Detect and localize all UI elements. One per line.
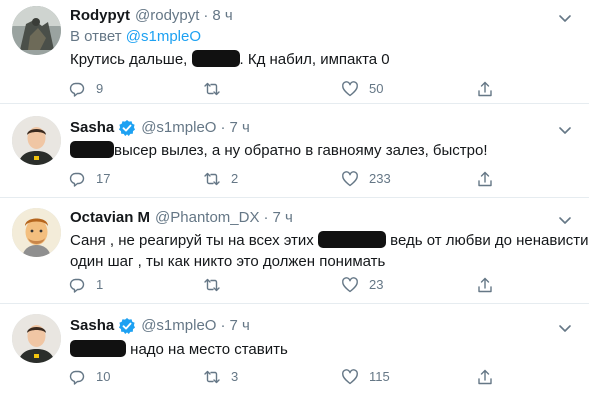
like-button[interactable]: 233 (341, 170, 391, 188)
reply-count: 1 (96, 277, 104, 292)
retweet-count: 3 (231, 369, 239, 384)
reply-context: В ответ @s1mpleO (70, 27, 201, 47)
tweet-text-part: надо на место ставить (130, 341, 288, 358)
author-handle[interactable]: @s1mpleO (141, 118, 216, 138)
avatar-image (12, 6, 61, 55)
tweet-text-part: . Кд набил, импакта 0 (239, 51, 390, 68)
reply-count: 10 (96, 369, 111, 384)
avatar[interactable] (12, 6, 61, 55)
redacted-word (191, 50, 240, 67)
heart-icon (341, 276, 359, 294)
share-icon (476, 80, 494, 98)
tweet-3[interactable]: Octavian M @Phantom_DX · 7 ч Саня , не р… (0, 198, 589, 304)
avatar-image (12, 116, 61, 165)
chevron-down-icon[interactable] (557, 122, 573, 138)
avatar-image (12, 314, 61, 363)
tweet-text: Крутись дальше, . Кд набил, импакта 0 (70, 49, 570, 70)
tweet-actions: 17 2 233 (68, 170, 518, 190)
retweet-icon (203, 368, 221, 386)
tweet-1[interactable]: Rodypyt @rodypyt · 8 ч В ответ @s1mpleO … (0, 0, 589, 104)
share-button[interactable] (476, 368, 494, 386)
tweet-text: высер вылез, а ну обратно в гавнояму зал… (70, 140, 570, 161)
author-handle[interactable]: @Phantom_DX (155, 208, 259, 228)
reply-count: 9 (96, 81, 104, 96)
tweet-actions: 9 50 (68, 80, 518, 100)
share-button[interactable] (476, 276, 494, 294)
reply-button[interactable]: 17 (68, 170, 110, 188)
retweet-icon (203, 276, 221, 294)
heart-icon (341, 368, 359, 386)
retweet-button[interactable]: 2 (203, 170, 238, 188)
tweet-text-part: ведь от любви до ненависти (390, 232, 589, 249)
redacted-word (317, 231, 386, 248)
reply-prefix: В ответ (70, 28, 122, 45)
retweet-icon (203, 170, 221, 188)
tweet-actions: 1 23 (68, 276, 518, 296)
reply-icon (68, 276, 86, 294)
reply-count: 17 (96, 171, 111, 186)
reply-button[interactable]: 9 (68, 80, 103, 98)
avatar[interactable] (12, 116, 61, 165)
author-name[interactable]: Sasha (70, 316, 114, 336)
share-icon (476, 368, 494, 386)
author-handle[interactable]: @rodypyt (135, 6, 199, 26)
chevron-down-icon[interactable] (557, 212, 573, 228)
like-button[interactable]: 50 (341, 80, 383, 98)
heart-icon (341, 170, 359, 188)
reply-button[interactable]: 1 (68, 276, 103, 294)
tweet-text-part: Крутись дальше, (70, 51, 188, 68)
like-count: 115 (369, 369, 390, 384)
retweet-count: 2 (231, 171, 239, 186)
tweet-text-part: Саня , не реагируй ты на всех этих (70, 232, 314, 249)
author-name[interactable]: Sasha (70, 118, 114, 138)
tweet-text-part: высер вылез, а ну обратно в гавнояму зал… (114, 142, 488, 159)
redacted-word (70, 141, 114, 158)
timestamp[interactable]: 7 ч (272, 208, 292, 228)
retweet-button[interactable] (203, 80, 231, 98)
tweet-text: Саня , не реагируй ты на всех этих ведь … (70, 230, 588, 251)
tweet-2[interactable]: Sasha @s1mpleO · 7 ч высер вылез, а ну о… (0, 104, 589, 198)
retweet-button[interactable]: 3 (203, 368, 238, 386)
tweet-4[interactable]: Sasha @s1mpleO · 7 ч надо на место стави… (0, 304, 589, 402)
redacted-word (70, 340, 126, 357)
share-icon (476, 276, 494, 294)
like-count: 233 (369, 171, 391, 186)
like-button[interactable]: 115 (341, 368, 390, 386)
verified-badge-icon (118, 317, 136, 335)
avatar[interactable] (12, 314, 61, 363)
separator-dot: · (220, 119, 226, 136)
retweet-button[interactable] (203, 276, 231, 294)
retweet-icon (203, 80, 221, 98)
tweet-text-line-2: один шаг , ты как никто это должен поним… (70, 253, 386, 270)
share-button[interactable] (476, 170, 494, 188)
reply-icon (68, 170, 86, 188)
chevron-down-icon[interactable] (557, 10, 573, 26)
reply-mention-link[interactable]: @s1mpleO (126, 28, 201, 45)
reply-icon (68, 368, 86, 386)
reply-button[interactable]: 10 (68, 368, 110, 386)
like-count: 23 (369, 277, 384, 292)
timestamp[interactable]: 7 ч (229, 118, 249, 138)
separator-dot: · (203, 7, 209, 24)
share-icon (476, 170, 494, 188)
author-name[interactable]: Rodypyt (70, 6, 130, 26)
tweet-text: надо на место ставить (70, 339, 570, 360)
avatar-image (12, 208, 61, 257)
verified-badge-icon (118, 119, 136, 137)
tweet-actions: 10 3 115 (68, 368, 518, 388)
heart-icon (341, 80, 359, 98)
timestamp[interactable]: 8 ч (212, 6, 232, 26)
separator-dot: · (220, 317, 226, 334)
avatar[interactable] (12, 208, 61, 257)
author-name[interactable]: Octavian M (70, 208, 150, 228)
chevron-down-icon[interactable] (557, 320, 573, 336)
reply-icon (68, 80, 86, 98)
like-button[interactable]: 23 (341, 276, 383, 294)
separator-dot: · (263, 209, 269, 226)
author-handle[interactable]: @s1mpleO (141, 316, 216, 336)
timestamp[interactable]: 7 ч (229, 316, 249, 336)
like-count: 50 (369, 81, 384, 96)
share-button[interactable] (476, 80, 494, 98)
